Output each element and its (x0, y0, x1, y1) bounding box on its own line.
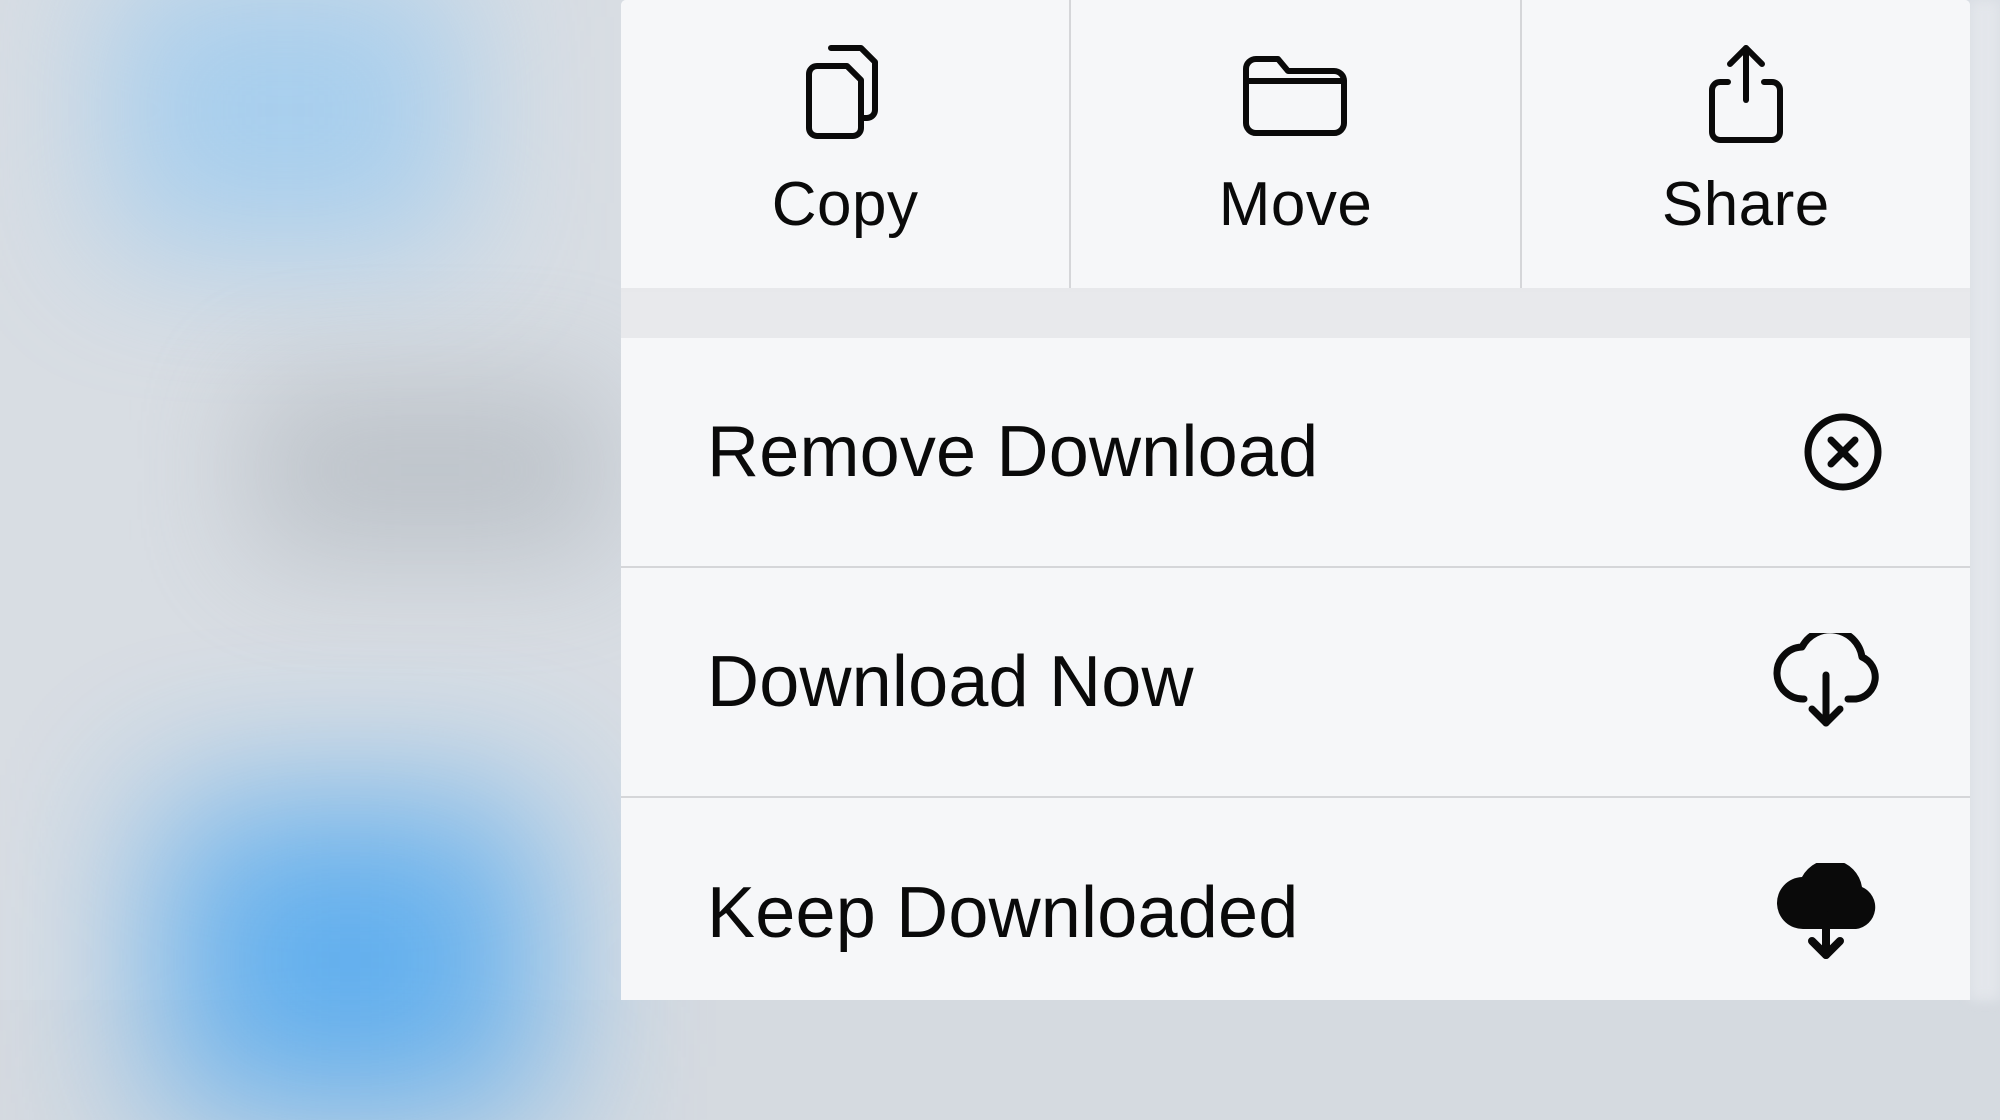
menu-list: Remove Download Download Now (621, 338, 1970, 1000)
cloud-download-outline-icon (1768, 633, 1884, 731)
copy-icon (801, 49, 889, 139)
share-icon (1706, 49, 1786, 139)
move-button[interactable]: Move (1071, 0, 1519, 288)
file-context-menu: Copy Move Share (621, 0, 1970, 1000)
keep-downloaded-label: Keep Downloaded (707, 872, 1298, 954)
menu-section-gap (621, 292, 1970, 338)
copy-label: Copy (772, 169, 919, 240)
share-button[interactable]: Share (1522, 0, 1970, 288)
remove-download-label: Remove Download (707, 411, 1318, 493)
keep-downloaded-item[interactable]: Keep Downloaded (621, 798, 1970, 1000)
folder-icon (1240, 49, 1350, 139)
right-edge-fade (1970, 0, 2000, 1000)
download-now-item[interactable]: Download Now (621, 568, 1970, 798)
circle-x-icon (1802, 411, 1884, 493)
cloud-download-filled-icon (1768, 863, 1884, 963)
share-label: Share (1662, 169, 1830, 240)
remove-download-item[interactable]: Remove Download (621, 338, 1970, 568)
move-label: Move (1219, 169, 1373, 240)
download-now-label: Download Now (707, 641, 1194, 723)
copy-button[interactable]: Copy (621, 0, 1069, 288)
action-row: Copy Move Share (621, 0, 1970, 292)
background-blur-blob (250, 380, 610, 560)
